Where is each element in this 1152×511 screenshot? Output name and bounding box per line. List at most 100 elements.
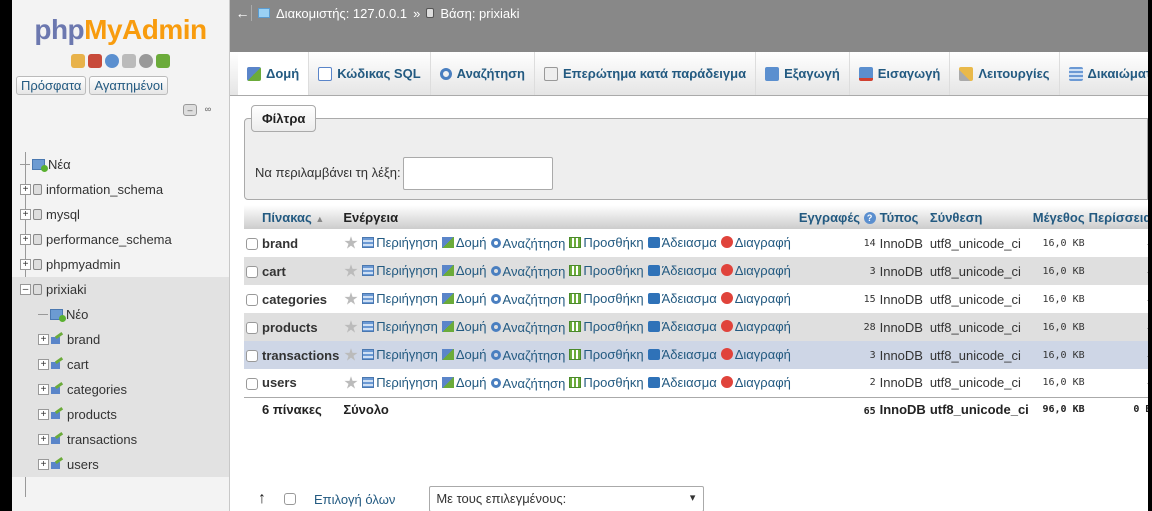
insert-action[interactable]: Προσθήκη: [569, 347, 644, 362]
expand-icon[interactable]: +: [38, 359, 49, 370]
docs-icon[interactable]: [122, 54, 136, 68]
structure-action[interactable]: Δομή: [441, 235, 487, 250]
row-size[interactable]: 16,0 KB: [1030, 229, 1087, 257]
header-size[interactable]: Μέγεθος: [1030, 205, 1087, 229]
select-all-label[interactable]: Επιλογή όλων: [314, 492, 395, 507]
tab-search[interactable]: Αναζήτηση: [431, 52, 535, 95]
recent-tab[interactable]: Πρόσφατα: [16, 76, 87, 95]
tab-query[interactable]: Επερώτημα κατά παράδειγμα: [535, 52, 757, 95]
expand-icon[interactable]: +: [38, 409, 49, 420]
row-size[interactable]: 16,0 KB: [1030, 341, 1087, 369]
help-icon[interactable]: [105, 54, 119, 68]
expand-icon[interactable]: +: [38, 334, 49, 345]
table-name-link[interactable]: categories: [260, 285, 342, 313]
search-action[interactable]: Αναζήτηση: [490, 376, 565, 391]
row-size[interactable]: 16,0 KB: [1030, 257, 1087, 285]
browse-action[interactable]: Περιήγηση: [362, 291, 438, 306]
tab-export[interactable]: Εξαγωγή: [756, 52, 850, 95]
table-row[interactable]: transactions ★ Περιήγηση Δομή Αναζήτηση Προσ…: [244, 341, 1148, 369]
header-overhead[interactable]: Περίσσεια: [1086, 205, 1148, 229]
collapse-icon[interactable]: –: [20, 284, 31, 295]
header-type[interactable]: Τύπος: [877, 205, 928, 229]
back-arrow-icon[interactable]: ←: [234, 5, 252, 21]
expand-icon[interactable]: +: [38, 459, 49, 470]
favorite-star-icon[interactable]: ★: [343, 233, 358, 252]
tab-privileges[interactable]: Δικαιώματα: [1060, 52, 1148, 95]
insert-action[interactable]: Προσθήκη: [569, 375, 644, 390]
search-action[interactable]: Αναζήτηση: [490, 292, 565, 307]
tree-item-table-categories[interactable]: + categories: [12, 377, 229, 402]
drop-action[interactable]: Διαγραφή: [720, 235, 791, 250]
breadcrumb-database[interactable]: Βάση: prixiaki: [440, 6, 519, 21]
table-name-link[interactable]: transactions: [260, 341, 342, 369]
drop-action[interactable]: Διαγραφή: [720, 319, 791, 334]
row-size[interactable]: 16,0 KB: [1030, 285, 1087, 313]
table-name-link[interactable]: products: [260, 313, 342, 341]
browse-action[interactable]: Περιήγηση: [362, 347, 438, 362]
with-selected-dropdown[interactable]: Με τους επιλεγμένους:: [429, 486, 705, 511]
tree-item-information-schema[interactable]: + information_schema: [12, 177, 229, 202]
select-all-checkbox[interactable]: [284, 493, 296, 505]
row-checkbox[interactable]: [246, 294, 258, 307]
home-icon[interactable]: [71, 54, 85, 68]
header-table[interactable]: Πίνακας ▲: [260, 205, 342, 229]
tab-import[interactable]: Εισαγωγή: [850, 52, 951, 95]
insert-action[interactable]: Προσθήκη: [569, 235, 644, 250]
row-checkbox[interactable]: [246, 266, 258, 279]
exit-icon[interactable]: [88, 54, 102, 68]
browse-action[interactable]: Περιήγηση: [362, 235, 438, 250]
help-icon[interactable]: ?: [863, 212, 876, 225]
drop-action[interactable]: Διαγραφή: [720, 347, 791, 362]
tree-item-new[interactable]: Νέα: [12, 152, 229, 177]
expand-icon[interactable]: +: [20, 259, 31, 270]
drop-action[interactable]: Διαγραφή: [720, 263, 791, 278]
insert-action[interactable]: Προσθήκη: [569, 291, 644, 306]
structure-action[interactable]: Δομή: [441, 347, 487, 362]
row-checkbox[interactable]: [246, 377, 258, 390]
search-action[interactable]: Αναζήτηση: [490, 348, 565, 363]
insert-action[interactable]: Προσθήκη: [569, 263, 644, 278]
favorites-tab[interactable]: Αγαπημένοι: [89, 76, 169, 95]
phpmyadmin-logo[interactable]: phpMyAdmin: [12, 0, 229, 48]
expand-icon[interactable]: +: [20, 184, 31, 195]
row-size[interactable]: 16,0 KB: [1030, 313, 1087, 341]
reload-icon[interactable]: [156, 54, 170, 68]
filter-input[interactable]: [403, 157, 553, 190]
favorite-star-icon[interactable]: ★: [343, 373, 358, 392]
tree-item-mysql[interactable]: + mysql: [12, 202, 229, 227]
drop-action[interactable]: Διαγραφή: [720, 375, 791, 390]
table-row[interactable]: products ★ Περιήγηση Δομή Αναζήτηση Προσθήκη…: [244, 313, 1148, 341]
expand-icon[interactable]: +: [20, 209, 31, 220]
favorite-star-icon[interactable]: ★: [343, 317, 358, 336]
breadcrumb-server[interactable]: Διακομιστής: 127.0.0.1: [276, 6, 407, 21]
row-checkbox[interactable]: [246, 350, 258, 363]
header-rows[interactable]: Εγγραφές ?: [796, 205, 878, 229]
table-row[interactable]: users ★ Περιήγηση Δομή Αναζήτηση Προσθήκη Άδε…: [244, 369, 1148, 397]
favorite-star-icon[interactable]: ★: [343, 345, 358, 364]
browse-action[interactable]: Περιήγηση: [362, 375, 438, 390]
table-name-link[interactable]: users: [260, 369, 342, 397]
collapse-all-button[interactable]: –: [183, 104, 197, 116]
favorite-star-icon[interactable]: ★: [343, 289, 358, 308]
expand-icon[interactable]: +: [20, 234, 31, 245]
tab-structure[interactable]: Δομή: [238, 52, 310, 95]
tree-item-table-transactions[interactable]: + transactions: [12, 427, 229, 452]
tree-item-table-brand[interactable]: + brand: [12, 327, 229, 352]
tree-item-table-products[interactable]: + products: [12, 402, 229, 427]
tree-item-db-new[interactable]: Νέο: [12, 302, 229, 327]
row-size[interactable]: 16,0 KB: [1030, 369, 1087, 397]
tab-operations[interactable]: Λειτουργίες: [950, 52, 1060, 95]
empty-action[interactable]: Άδειασμα: [647, 291, 717, 306]
table-row[interactable]: cart ★ Περιήγηση Δομή Αναζήτηση Προσθήκη Άδει…: [244, 257, 1148, 285]
row-checkbox[interactable]: [246, 322, 258, 335]
tab-sql[interactable]: Κώδικας SQL: [309, 52, 431, 95]
empty-action[interactable]: Άδειασμα: [647, 263, 717, 278]
favorite-star-icon[interactable]: ★: [343, 261, 358, 280]
browse-action[interactable]: Περιήγηση: [362, 319, 438, 334]
tree-item-prixiaki[interactable]: – prixiaki: [12, 277, 229, 302]
search-action[interactable]: Αναζήτηση: [490, 320, 565, 335]
gear-icon[interactable]: [139, 54, 153, 68]
structure-action[interactable]: Δομή: [441, 263, 487, 278]
structure-action[interactable]: Δομή: [441, 319, 487, 334]
empty-action[interactable]: Άδειασμα: [647, 347, 717, 362]
